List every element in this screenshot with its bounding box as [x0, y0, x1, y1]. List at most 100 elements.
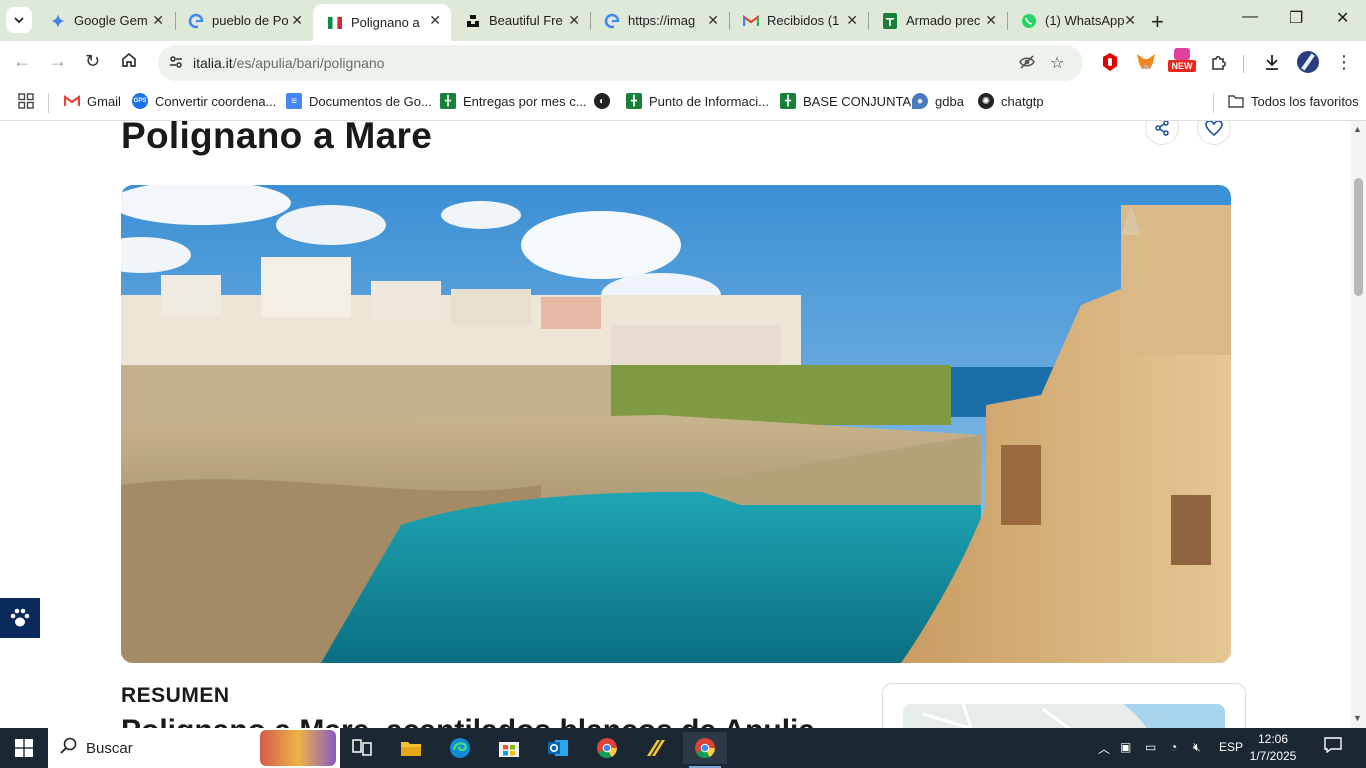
bookmarks-bar: Gmail GPS Convertir coordena... ≡ Docume… [0, 85, 1366, 121]
close-icon[interactable]: ✕ [846, 12, 858, 29]
apps-grid-icon[interactable] [18, 93, 34, 109]
gmail-icon [743, 13, 759, 29]
paw-icon [10, 608, 30, 627]
notifications-icon[interactable] [1324, 737, 1342, 758]
start-button[interactable] [0, 728, 48, 768]
volume-muted-icon[interactable]: 🔇︎ [1193, 740, 1201, 755]
bookmark-all-favorites[interactable]: Todos los favoritos [1228, 93, 1359, 109]
tab-whatsapp[interactable]: (1) WhatsApp ✕ [1007, 4, 1146, 37]
share-button[interactable] [1145, 121, 1179, 145]
favorite-button[interactable] [1197, 121, 1231, 145]
address-bar[interactable]: italia.it/es/apulia/bari/polignano ☆ [158, 45, 1083, 81]
battery-icon[interactable]: ▭ [1145, 740, 1156, 754]
forward-icon[interactable]: → [49, 51, 67, 72]
close-icon[interactable]: ✕ [1124, 12, 1136, 29]
close-icon[interactable]: ✕ [985, 12, 997, 29]
display-icon[interactable]: ▣ [1120, 740, 1131, 754]
windows-icon [15, 739, 33, 757]
site-info-icon[interactable] [168, 54, 184, 73]
accessibility-paw-button[interactable] [0, 598, 40, 638]
ms-store-icon[interactable] [487, 732, 531, 764]
section-heading: RESUMEN [121, 684, 230, 707]
restore-icon[interactable]: ❐ [1289, 8, 1303, 28]
close-icon[interactable]: ✕ [429, 12, 441, 29]
bookmark-label: chatgtp [1001, 93, 1044, 109]
page-title: Polignano a Mare [121, 121, 433, 156]
bookmark-gdba[interactable]: ● gdba [912, 93, 964, 109]
eye-slash-icon[interactable] [1018, 53, 1036, 76]
task-view-icon[interactable] [340, 732, 384, 764]
language-indicator[interactable]: ESP [1219, 740, 1243, 754]
back-icon[interactable]: ← [13, 51, 31, 72]
map-card[interactable] [882, 683, 1246, 728]
bookmark-chatgtp[interactable]: ✺ chatgtp [978, 93, 1044, 109]
extensions-puzzle-icon[interactable] [1208, 51, 1230, 73]
menu-dots-icon[interactable]: ⋮ [1333, 51, 1355, 73]
reload-icon[interactable]: ↻ [85, 51, 100, 72]
clock[interactable]: 12:06 1/7/2025 [1243, 731, 1303, 765]
tab-polignano[interactable]: Polignano a ✕ [313, 4, 451, 41]
chevron-down-icon [14, 17, 24, 24]
scroll-up-arrow[interactable]: ▲ [1353, 124, 1362, 134]
bookmark-base-conjunta[interactable]: ╋ BASE CONJUNTA [780, 93, 911, 109]
scroll-thumb[interactable] [1354, 178, 1363, 296]
window-close-icon[interactable]: ✕ [1336, 8, 1349, 28]
tab-google-gemini[interactable]: Google Gem ✕ [36, 4, 174, 37]
url-path: /es/apulia/bari/polignano [232, 55, 385, 71]
sheets-icon: ╋ [440, 93, 456, 109]
tab-pueblo[interactable]: pueblo de Po ✕ [174, 4, 313, 37]
tab-label: (1) WhatsApp [1045, 13, 1125, 28]
close-icon[interactable]: ✕ [152, 12, 164, 29]
sticky-app-icon[interactable] [634, 732, 678, 764]
bookmark-label: gdba [935, 93, 964, 109]
tab-beautiful[interactable]: Beautiful Fre ✕ [451, 4, 590, 37]
gmail-icon [64, 93, 80, 109]
bookmark-gmail[interactable]: Gmail [64, 93, 121, 109]
avatar[interactable] [1297, 51, 1319, 73]
outlook-icon[interactable] [536, 732, 580, 764]
extension-red-icon[interactable] [1099, 51, 1121, 73]
bookmark-globe[interactable]: ◐ [594, 93, 617, 109]
google-icon [188, 13, 204, 29]
close-icon[interactable]: ✕ [291, 12, 303, 29]
chrome-active-icon[interactable] [683, 732, 727, 768]
minimize-icon[interactable]: — [1242, 8, 1258, 26]
tab-recibidos[interactable]: Recibidos (1 ✕ [729, 4, 868, 37]
network-icon[interactable]: ◔ [1170, 740, 1177, 754]
bookmark-label: Convertir coordena... [155, 93, 277, 109]
bookmark-label: Gmail [87, 93, 121, 109]
bookmark-punto[interactable]: ╋ Punto de Informaci... [626, 93, 769, 109]
browser-chrome: Google Gem ✕ pueblo de Po ✕ Polignano a … [0, 0, 1366, 121]
tab-search-button[interactable] [6, 7, 32, 33]
metamask-fox-icon[interactable] [1135, 51, 1157, 73]
file-explorer-icon[interactable] [389, 732, 433, 764]
bookmark-documentos[interactable]: ≡ Documentos de Go... [286, 93, 432, 109]
close-icon[interactable]: ✕ [568, 12, 580, 29]
download-icon[interactable] [1261, 51, 1283, 73]
bookmark-star-icon[interactable]: ☆ [1050, 53, 1064, 73]
close-icon[interactable]: ✕ [707, 12, 719, 29]
edge-icon[interactable] [438, 732, 482, 764]
map-preview[interactable] [903, 704, 1225, 728]
unsplash-icon [465, 13, 481, 29]
chrome-icon[interactable] [585, 732, 629, 764]
search-highlight-image [260, 730, 336, 766]
home-icon[interactable] [120, 51, 138, 74]
sheets-icon: ╋ [626, 93, 642, 109]
new-tab-button[interactable]: + [1151, 9, 1164, 35]
share-icon [1155, 121, 1169, 136]
taskbar-search[interactable]: Buscar [48, 728, 340, 768]
heart-icon [1205, 121, 1223, 136]
bookmark-label: BASE CONJUNTA [803, 93, 912, 109]
extension-new-icon[interactable]: NEW [1168, 48, 1196, 73]
chevron-up-icon[interactable]: ︿ [1098, 740, 1110, 757]
tab-armado[interactable]: Armado prec ✕ [868, 4, 1007, 37]
scroll-down-arrow[interactable]: ▼ [1353, 713, 1362, 723]
bookmark-convertir[interactable]: GPS Convertir coordena... [132, 93, 276, 109]
page-scrollbar[interactable]: ▲ ▼ [1351, 121, 1366, 728]
tab-imag[interactable]: https://imag ✕ [590, 4, 729, 37]
taskbar: Buscar ︿ ▣ ▭ ◔ 🔇︎ ESP 12:06 1/7/2025 [0, 728, 1366, 768]
gps-icon: GPS [132, 93, 148, 109]
url-text: italia.it/es/apulia/bari/polignano [193, 55, 384, 71]
bookmark-entregas[interactable]: ╋ Entregas por mes c... [440, 93, 587, 109]
